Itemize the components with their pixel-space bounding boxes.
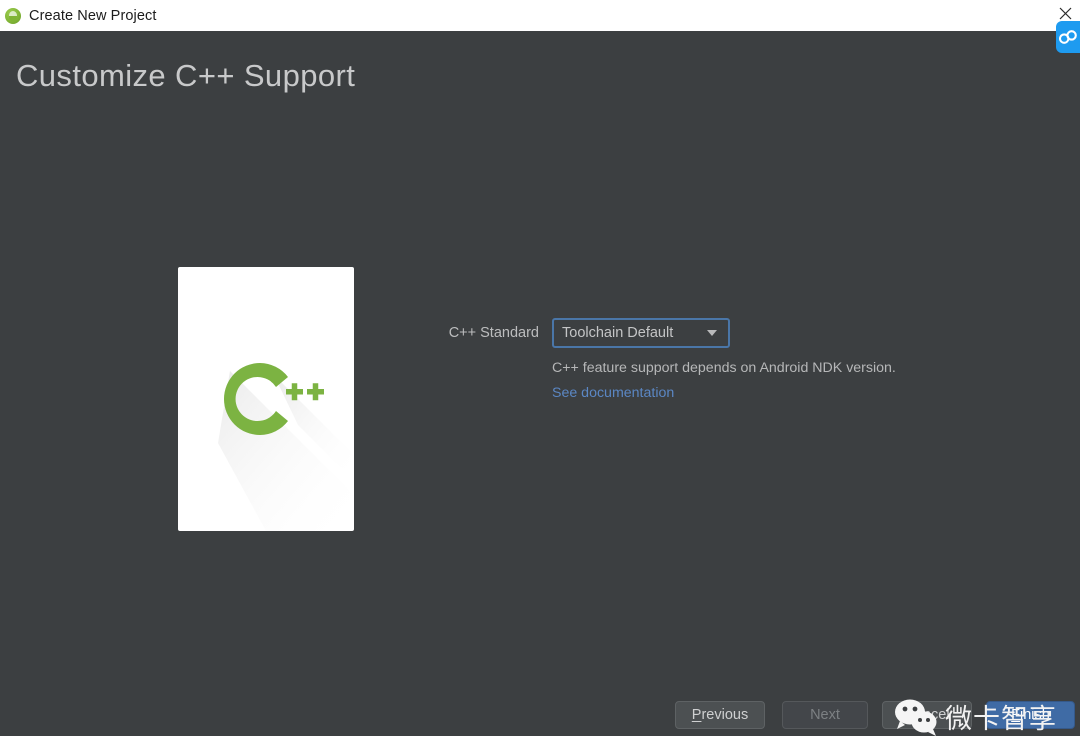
finish-button[interactable]: Finish — [986, 701, 1075, 729]
chevron-down-icon — [707, 330, 717, 336]
previous-button[interactable]: Previous — [675, 701, 765, 729]
android-studio-icon — [4, 7, 22, 25]
cpp-standard-helper-text: C++ feature support depends on Android N… — [552, 360, 896, 376]
next-button-label: Next — [810, 707, 840, 723]
cpp-support-form: C++ Standard Toolchain Default C++ featu… — [435, 318, 955, 402]
dialog-footer: Previous Next Cancel Finish — [0, 696, 1080, 736]
next-button: Next — [782, 701, 868, 729]
cpp-logo-illustration — [178, 267, 354, 531]
recorder-badge-icon[interactable] — [1056, 21, 1080, 53]
see-documentation-link[interactable]: See documentation — [552, 385, 674, 401]
previous-button-accel: P — [691, 707, 702, 723]
cancel-button-label: ancel — [914, 707, 950, 723]
finish-button-accel: F — [1011, 707, 1021, 723]
page-title: Customize C++ Support — [16, 58, 356, 93]
cancel-button-accel: C — [904, 707, 915, 723]
cpp-standard-label: C++ Standard — [448, 325, 539, 341]
cpp-standard-row: C++ Standard Toolchain Default — [435, 318, 955, 348]
cancel-button[interactable]: Cancel — [882, 701, 972, 729]
cpp-standard-select[interactable]: Toolchain Default — [552, 318, 730, 348]
dialog-content: Customize C++ Support C++ Standard Toolc… — [0, 31, 1080, 736]
window-title: Create New Project — [29, 7, 157, 24]
cpp-standard-selected-value: Toolchain Default — [562, 325, 674, 341]
finish-button-label: inish — [1020, 707, 1050, 723]
previous-button-label: revious — [701, 707, 749, 723]
create-new-project-dialog: Create New Project Customize C++ Support — [0, 0, 1080, 736]
title-bar: Create New Project — [0, 0, 1080, 31]
